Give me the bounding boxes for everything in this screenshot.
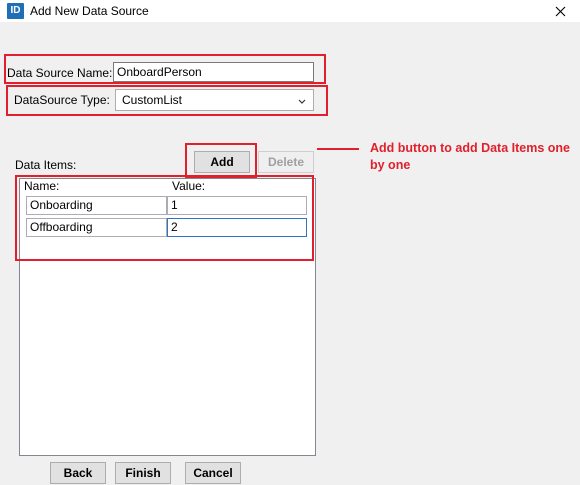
name-highlight-box — [4, 54, 326, 84]
type-highlight-box — [6, 85, 328, 116]
title-bar: ID Add New Data Source — [0, 0, 580, 22]
annotation-text: Add button to add Data Items one by one — [370, 141, 570, 172]
delete-button[interactable]: Delete — [258, 151, 314, 173]
finish-button[interactable]: Finish — [115, 462, 171, 484]
back-button[interactable]: Back — [50, 462, 106, 484]
close-icon — [555, 6, 565, 16]
window-title: Add New Data Source — [30, 4, 149, 18]
data-items-label: Data Items: — [15, 158, 77, 172]
app-icon: ID — [7, 3, 24, 19]
add-highlight-box — [185, 143, 257, 178]
close-button[interactable] — [546, 0, 574, 22]
cancel-button[interactable]: Cancel — [185, 462, 241, 484]
items-highlight-box — [15, 175, 314, 261]
annotation-line — [317, 148, 359, 150]
